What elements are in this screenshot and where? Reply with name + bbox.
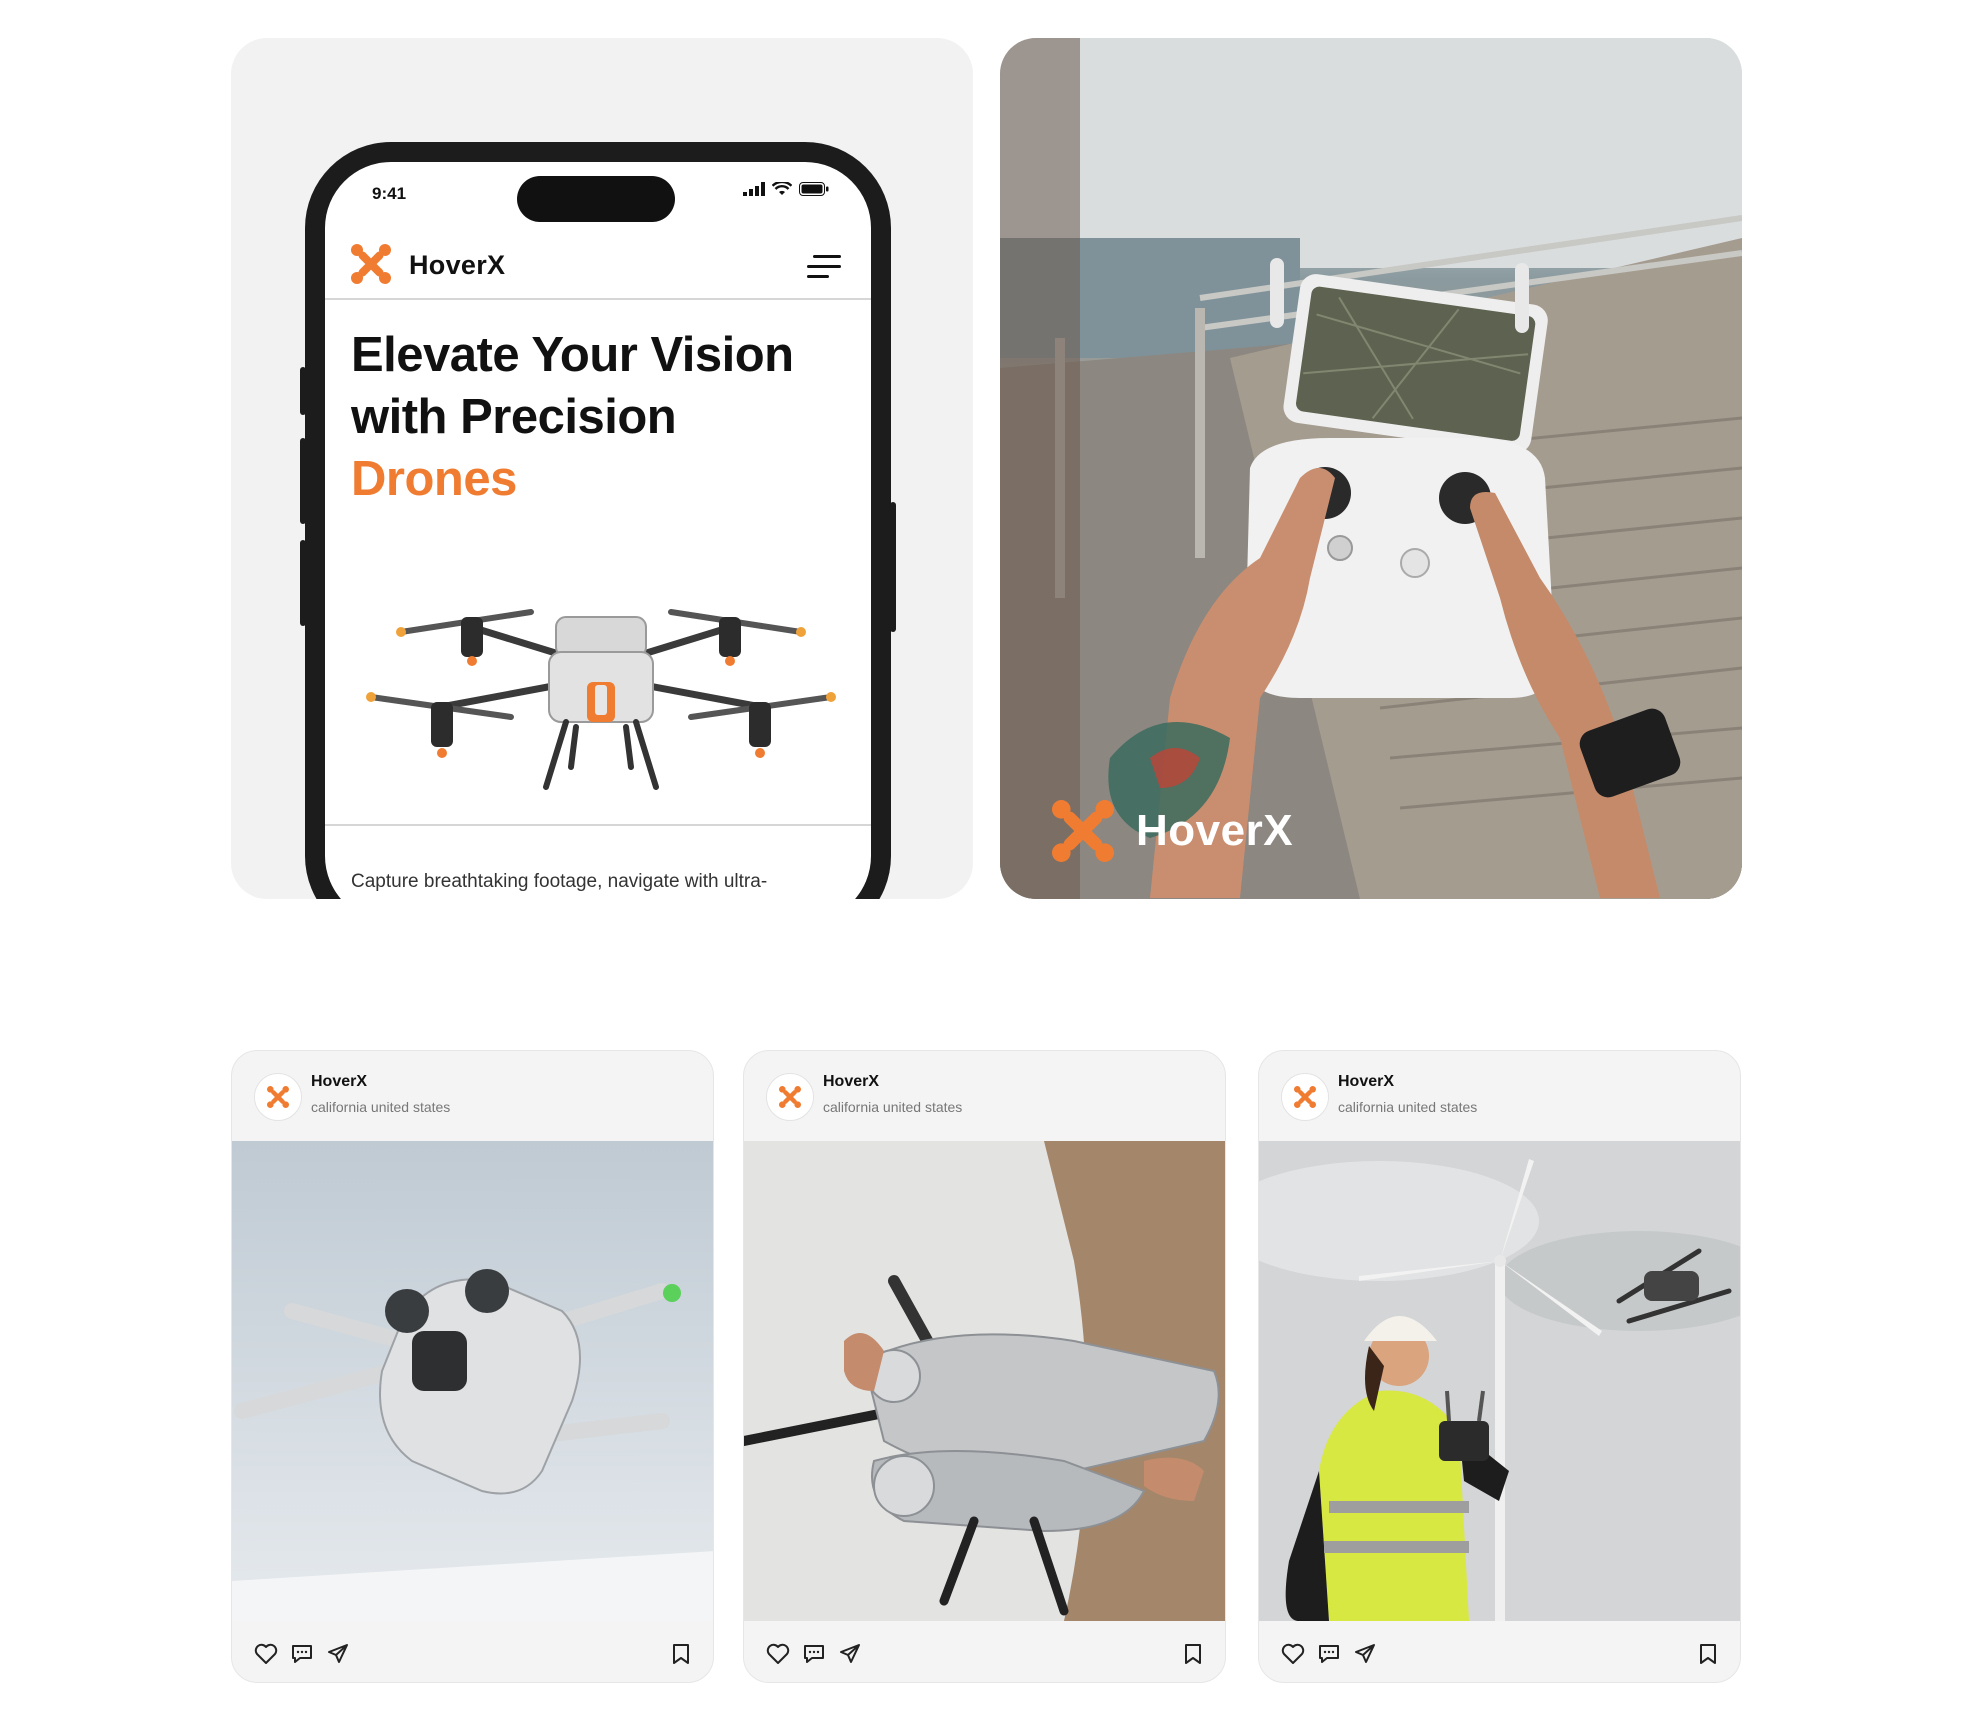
overlay-brand: HoverX — [1052, 800, 1293, 862]
wind-turbine-pilot-photo — [1259, 1141, 1740, 1621]
post-username[interactable]: HoverX — [823, 1073, 879, 1091]
app-header: HoverX — [325, 230, 871, 300]
hoverx-x-icon — [1052, 800, 1114, 862]
phone-frame: 9:41 HoverX Elevate Your Vision with Pre… — [300, 142, 896, 899]
heart-icon[interactable] — [1281, 1643, 1305, 1665]
avatar[interactable] — [254, 1073, 302, 1121]
post-actions — [232, 1621, 713, 1682]
hoverx-x-icon — [779, 1086, 801, 1108]
bookmark-icon[interactable] — [1698, 1643, 1718, 1665]
bookmark-icon[interactable] — [1183, 1643, 1203, 1665]
hero-divider — [325, 824, 871, 826]
comment-icon[interactable] — [802, 1643, 826, 1665]
status-time: 9:41 — [372, 184, 407, 203]
status-bar: 9:41 — [325, 162, 871, 232]
hoverx-x-icon[interactable] — [351, 244, 391, 284]
phone-volume-up-button — [300, 438, 306, 524]
hero-description: Capture breathtaking footage, navigate w… — [351, 871, 768, 899]
silver-drone-photo — [744, 1141, 1225, 1621]
post-username[interactable]: HoverX — [311, 1073, 367, 1091]
post-location: california united states — [311, 1099, 451, 1115]
social-post: HoverX california united states — [743, 1050, 1226, 1683]
brand-name[interactable]: HoverX — [409, 250, 505, 281]
post-actions — [1259, 1621, 1740, 1682]
phone-mockup-card: 9:41 HoverX Elevate Your Vision with Pre… — [231, 38, 973, 899]
hoverx-x-icon — [267, 1086, 289, 1108]
hamburger-menu-icon[interactable] — [807, 254, 841, 280]
hero-title: Elevate Your Vision with Precision Drone… — [351, 324, 851, 510]
mini-drone-photo — [232, 1141, 713, 1621]
heart-icon[interactable] — [766, 1643, 790, 1665]
hoverx-x-icon — [1294, 1086, 1316, 1108]
hero-title-accent: Drones — [351, 452, 517, 506]
phone-power-button — [890, 502, 896, 632]
comment-icon[interactable] — [290, 1643, 314, 1665]
overlay-brand-name: HoverX — [1136, 806, 1294, 855]
share-icon[interactable] — [838, 1643, 862, 1665]
comment-icon[interactable] — [1317, 1643, 1341, 1665]
hero-title-line1: Elevate Your Vision — [351, 328, 794, 382]
wifi-icon — [772, 182, 792, 195]
post-header: HoverX california united states — [232, 1051, 713, 1141]
post-location: california united states — [823, 1099, 963, 1115]
post-username[interactable]: HoverX — [1338, 1073, 1394, 1091]
dynamic-island — [517, 176, 675, 222]
agricultural-drone-image — [366, 609, 836, 790]
post-actions — [744, 1621, 1225, 1682]
bookmark-icon[interactable] — [671, 1643, 691, 1665]
post-location: california united states — [1338, 1099, 1478, 1115]
post-image — [744, 1141, 1225, 1621]
phone-screen: 9:41 HoverX Elevate Your Vision with Pre… — [325, 162, 871, 899]
signal-icon — [743, 182, 765, 196]
battery-icon — [799, 182, 829, 196]
post-header: HoverX california united states — [744, 1051, 1225, 1141]
avatar[interactable] — [766, 1073, 814, 1121]
share-icon[interactable] — [326, 1643, 350, 1665]
controller-photo-card: HoverX — [1000, 38, 1742, 899]
hero-title-line2: with Precision — [351, 390, 677, 444]
heart-icon[interactable] — [254, 1643, 278, 1665]
post-header: HoverX california united states — [1259, 1051, 1740, 1141]
phone-volume-down-button — [300, 540, 306, 626]
post-image — [232, 1141, 713, 1621]
social-post: HoverX california united states — [1258, 1050, 1741, 1683]
post-image — [1259, 1141, 1740, 1621]
status-icons — [743, 182, 829, 196]
drone-controller-photo — [1000, 38, 1742, 899]
social-post: HoverX california united states — [231, 1050, 714, 1683]
share-icon[interactable] — [1353, 1643, 1377, 1665]
avatar[interactable] — [1281, 1073, 1329, 1121]
phone-mute-button — [300, 367, 306, 415]
